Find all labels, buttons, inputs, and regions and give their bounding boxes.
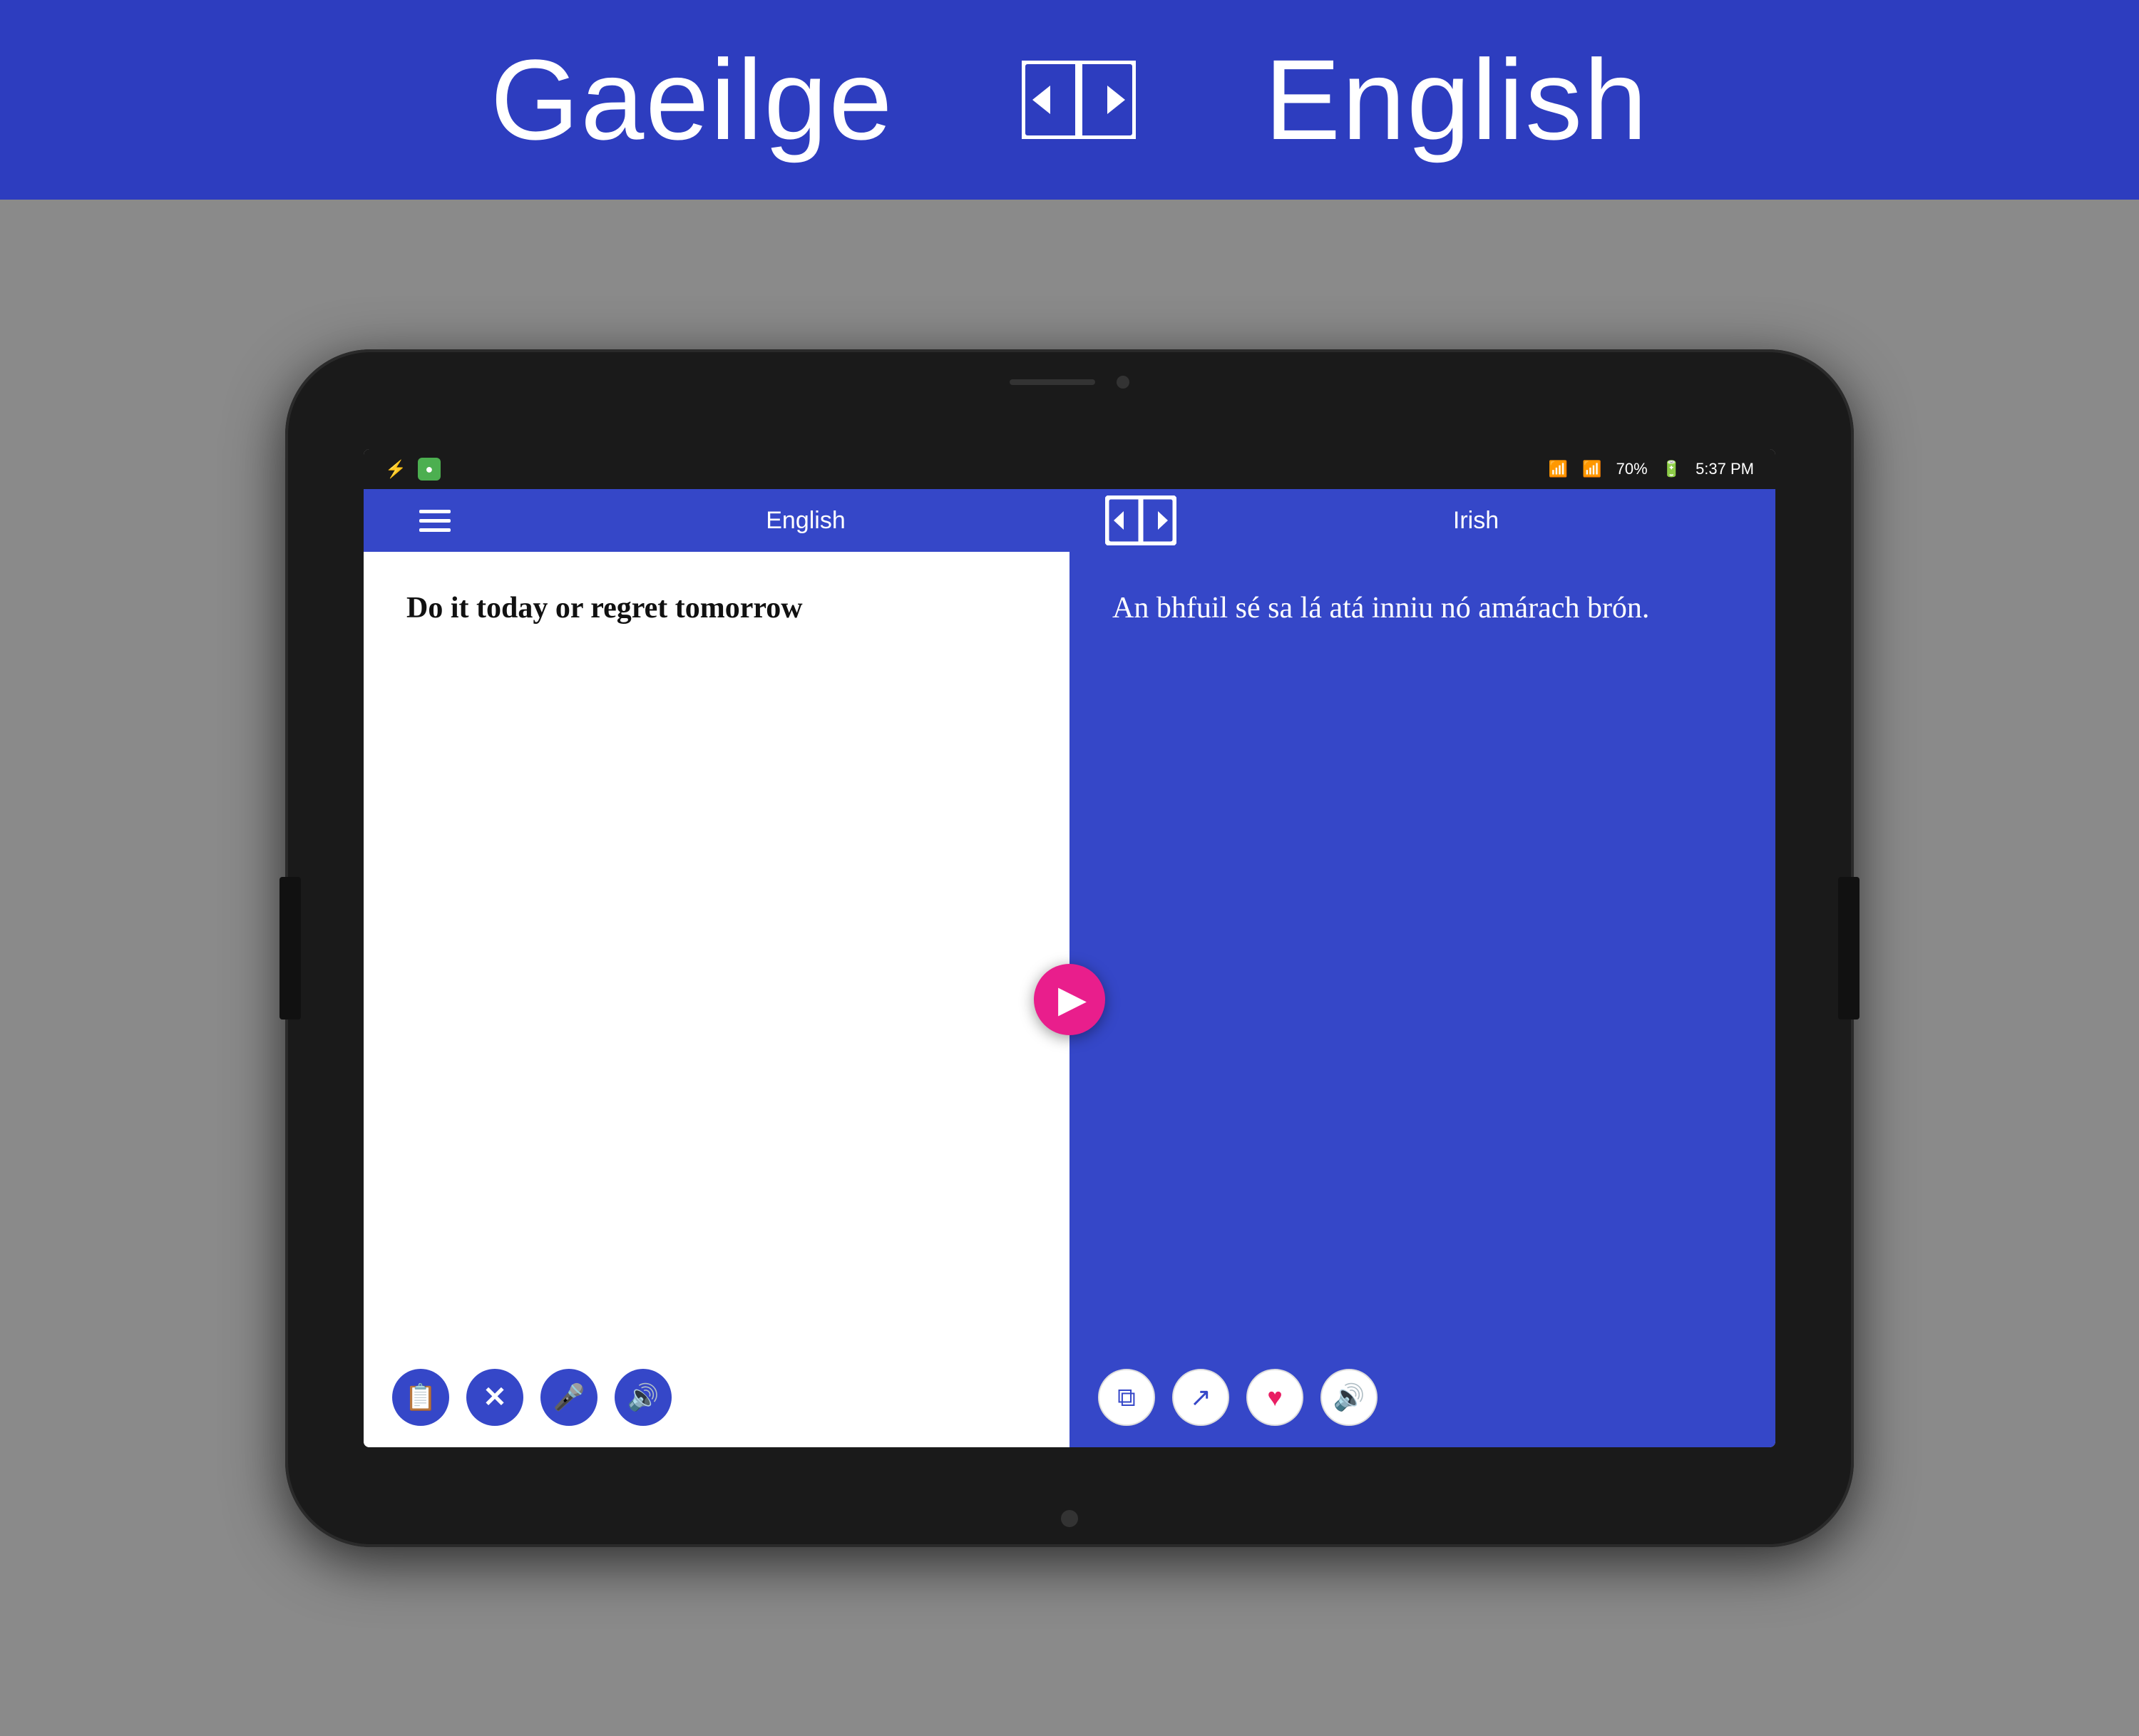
status-bar: ⚡ ● 📶 📶 70% 🔋 5:37 PM [364,449,1775,489]
usb-icon: ⚡ [385,459,406,480]
wifi-icon: 📶 [1549,460,1568,478]
share-button[interactable]: ↗ [1172,1369,1229,1426]
app-notification-icon: ● [418,458,441,481]
share-icon: ↗ [1190,1382,1211,1412]
home-button[interactable] [1061,1510,1078,1527]
hamburger-line-2 [419,519,451,523]
translate-arrow-icon: ▶ [1058,978,1087,1021]
output-actions: ⧉ ↗ ♥ 🔊 [1070,1347,1775,1447]
signal-icon: 📶 [1582,460,1601,478]
input-panel: Do it today or regret tomorrow 📋 ✕ 🎤 🔊 [364,552,1070,1447]
status-bar-right: 📶 📶 70% 🔋 5:37 PM [1549,460,1754,478]
battery-pct: 70% [1616,460,1648,478]
output-speaker-icon: 🔊 [1333,1382,1365,1412]
copy-icon: ⧉ [1117,1382,1136,1413]
header-menu[interactable] [364,510,506,532]
input-actions: 📋 ✕ 🎤 🔊 [364,1347,1070,1447]
tablet-device: ⚡ ● 📶 📶 70% 🔋 5:37 PM [285,349,1854,1547]
input-speaker-button[interactable]: 🔊 [615,1369,672,1426]
hamburger-line-1 [419,510,451,513]
speaker-grill-right [1838,877,1860,1019]
tablet-camera [1117,376,1129,389]
tablet-top-bar [963,375,1176,389]
battery-icon: 🔋 [1662,460,1681,478]
header-source-lang[interactable]: English [506,507,1105,535]
mic-button[interactable]: 🎤 [540,1369,597,1426]
banner-source-lang: Gaeilge [491,34,893,165]
heart-icon: ♥ [1267,1382,1282,1412]
banner-target-lang: English [1264,34,1648,165]
app-header: English Irish [364,489,1775,552]
tablet-screen: ⚡ ● 📶 📶 70% 🔋 5:37 PM [364,449,1775,1447]
clear-button[interactable]: ✕ [466,1369,523,1426]
tablet-wrapper: ⚡ ● 📶 📶 70% 🔋 5:37 PM [214,200,1925,1697]
header-target-lang[interactable]: Irish [1176,507,1775,535]
main-content: Do it today or regret tomorrow 📋 ✕ 🎤 🔊 [364,552,1775,1447]
status-bar-left: ⚡ ● [385,458,441,481]
copy-button[interactable]: ⧉ [1098,1369,1155,1426]
top-banner: Gaeilge English [0,0,2139,200]
translate-button[interactable]: ▶ [1034,964,1105,1035]
tablet-speaker [1010,379,1095,385]
clear-icon: ✕ [483,1381,507,1414]
output-speaker-button[interactable]: 🔊 [1320,1369,1378,1426]
clock: 5:37 PM [1696,460,1754,478]
clipboard-button[interactable]: 📋 [392,1369,449,1426]
output-panel: An bhfuil sé sa lá atá inniu nó amárach … [1070,552,1775,1447]
mic-icon: 🎤 [553,1382,585,1412]
banner-swap-icon [1022,61,1136,139]
speaker-icon: 🔊 [627,1382,660,1412]
clipboard-icon: 📋 [405,1382,437,1412]
hamburger-icon[interactable] [419,510,451,532]
input-text[interactable]: Do it today or regret tomorrow [364,552,1070,1347]
header-swap-icon[interactable] [1105,495,1176,545]
speaker-grill-left [279,877,301,1019]
output-text: An bhfuil sé sa lá atá inniu nó amárach … [1070,552,1775,1347]
hamburger-line-3 [419,528,451,532]
favorite-button[interactable]: ♥ [1246,1369,1303,1426]
